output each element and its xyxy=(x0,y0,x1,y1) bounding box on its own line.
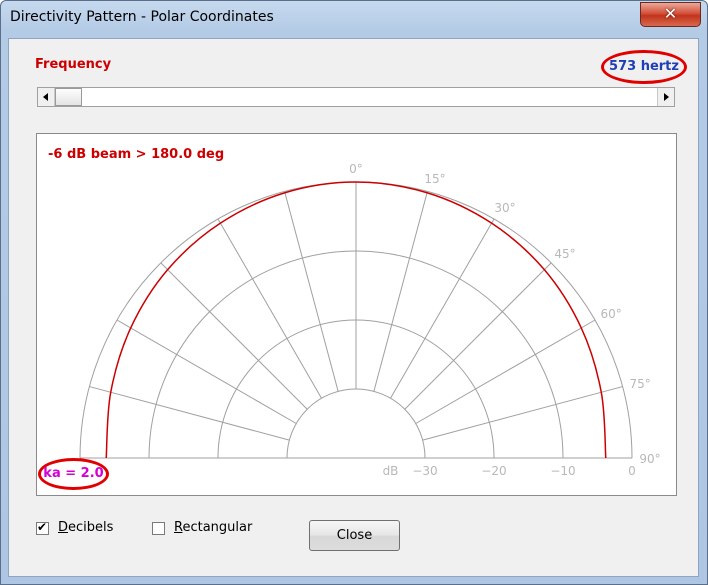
arrow-left-icon xyxy=(43,93,48,101)
db-tick-label: dB xyxy=(383,464,399,478)
db-tick-label: −10 xyxy=(550,464,575,478)
window-close-button[interactable]: ✕ xyxy=(640,2,701,27)
rectangular-label: Rectangular xyxy=(174,520,253,535)
angle-tick-label: 60° xyxy=(601,307,622,321)
angle-tick-label: 90° xyxy=(639,452,660,466)
rectangular-checkbox[interactable] xyxy=(152,522,165,535)
dialog-client-area: Frequency 573 hertz 0° 15° 30° 45° 60° 75° 90°… xyxy=(8,38,699,577)
grid-spoke xyxy=(284,191,339,392)
scroll-left-button[interactable] xyxy=(38,88,55,106)
window-title: Directivity Pattern - Polar Coordinates xyxy=(10,9,274,25)
grid-spoke xyxy=(373,191,428,392)
grid-spoke xyxy=(89,386,290,441)
close-button[interactable]: Close xyxy=(309,520,400,551)
angle-tick-label: 30° xyxy=(494,201,515,215)
frequency-slider[interactable] xyxy=(37,87,675,107)
checkmark-icon: ✔ xyxy=(37,520,48,534)
angle-tick-label: 75° xyxy=(629,377,650,391)
decibels-checkbox[interactable]: ✔ xyxy=(36,520,49,535)
angle-tick-label: 15° xyxy=(424,172,445,186)
polar-plot-panel: 0° 15° 30° 45° 60° 75° 90° dB −30 −20 −10 0 -6 dB b… xyxy=(36,133,677,496)
ka-value-text: ka = 2.0 xyxy=(38,458,109,490)
close-icon: ✕ xyxy=(663,4,678,23)
slider-thumb[interactable] xyxy=(55,88,82,106)
db-tick-label: −30 xyxy=(412,464,437,478)
angle-tick-label: 45° xyxy=(554,247,575,261)
directivity-window: Directivity Pattern - Polar Coordinates … xyxy=(0,0,708,585)
frequency-label: Frequency xyxy=(35,57,112,72)
grid-arc xyxy=(286,388,426,459)
grid-spoke xyxy=(422,386,623,441)
db-tick-label: 0 xyxy=(628,464,636,478)
db-tick-label: −20 xyxy=(481,464,506,478)
polar-plot: 0° 15° 30° 45° 60° 75° 90° dB −30 −20 −10 0 xyxy=(79,162,661,478)
arrow-right-icon xyxy=(664,93,669,101)
scroll-right-button[interactable] xyxy=(657,88,674,106)
angle-tick-label: 0° xyxy=(349,162,363,176)
frequency-value: 573 hertz xyxy=(601,50,687,84)
beam-width-text: -6 dB beam > 180.0 deg xyxy=(48,147,225,162)
decibels-label: Decibels xyxy=(58,520,114,535)
title-bar: Directivity Pattern - Polar Coordinates … xyxy=(1,1,707,37)
